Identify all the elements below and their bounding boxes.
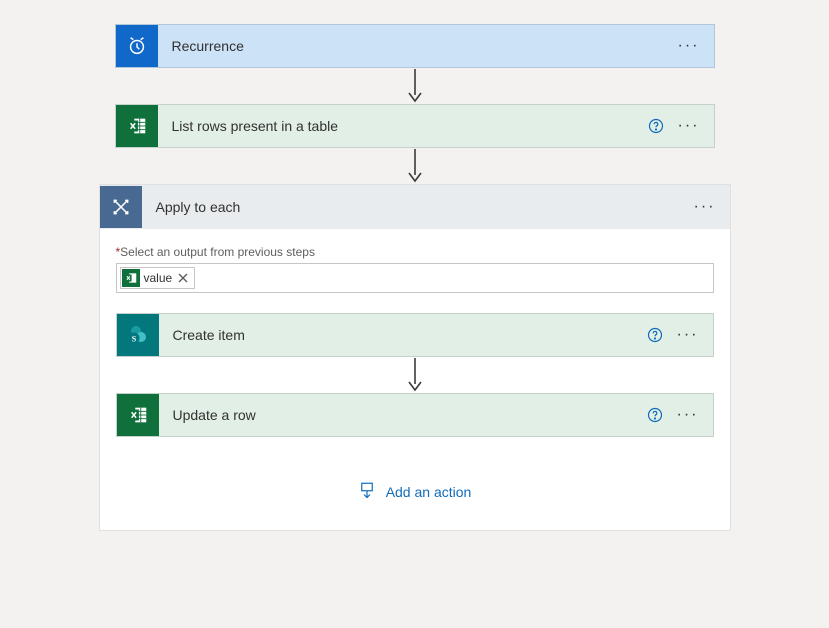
apply-to-each-header[interactable]: Apply to each ···: [100, 185, 730, 229]
step-update-row[interactable]: Update a row ···: [116, 393, 714, 437]
help-icon[interactable]: [647, 407, 663, 423]
connector-arrow: [115, 148, 715, 184]
step-title: Update a row: [159, 407, 647, 423]
close-icon[interactable]: [176, 271, 190, 285]
add-action-button[interactable]: Add an action: [116, 481, 714, 502]
more-icon[interactable]: ···: [678, 118, 700, 134]
more-icon[interactable]: ···: [677, 407, 699, 423]
step-title: Apply to each: [142, 199, 694, 215]
field-label: *Select an output from previous steps: [116, 245, 714, 259]
token-label: value: [144, 271, 173, 285]
token-value[interactable]: value: [120, 267, 196, 289]
more-icon[interactable]: ···: [678, 38, 700, 54]
more-icon[interactable]: ···: [694, 199, 716, 215]
add-action-label: Add an action: [386, 484, 472, 500]
excel-icon: [117, 394, 159, 436]
help-icon[interactable]: [647, 327, 663, 343]
step-title: List rows present in a table: [158, 118, 648, 134]
excel-icon: [122, 269, 140, 287]
more-icon[interactable]: ···: [677, 327, 699, 343]
step-apply-to-each: Apply to each ··· *Select an output from…: [99, 184, 731, 531]
connector-arrow: [116, 357, 714, 393]
step-title: Recurrence: [158, 38, 678, 54]
clock-icon: [116, 25, 158, 67]
step-title: Create item: [159, 327, 647, 343]
help-icon[interactable]: [648, 118, 664, 134]
loop-icon: [100, 186, 142, 228]
excel-icon: [116, 105, 158, 147]
svg-text:S: S: [131, 335, 136, 344]
sharepoint-icon: S: [117, 314, 159, 356]
step-list-rows[interactable]: List rows present in a table ···: [115, 104, 715, 148]
connector-arrow: [115, 68, 715, 104]
flow-canvas: Recurrence ··· List rows present in a ta…: [0, 0, 829, 531]
output-selector-input[interactable]: value: [116, 263, 714, 293]
step-recurrence[interactable]: Recurrence ···: [115, 24, 715, 68]
add-action-icon: [358, 481, 376, 502]
apply-to-each-body: *Select an output from previous steps va…: [100, 229, 730, 530]
step-create-item[interactable]: S Create item ···: [116, 313, 714, 357]
